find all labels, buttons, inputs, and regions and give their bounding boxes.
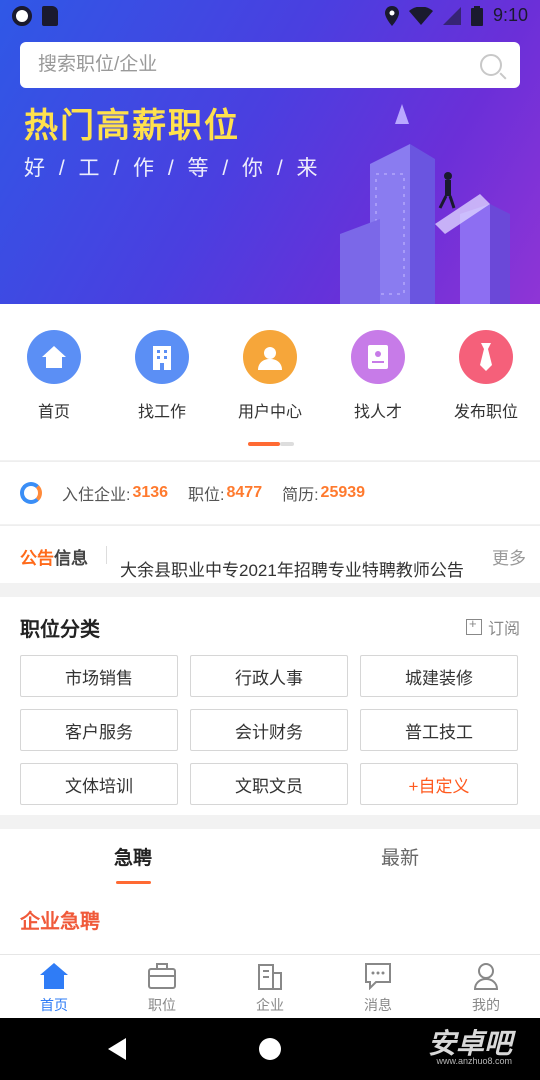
briefcase-icon: [108, 961, 216, 991]
message-icon: [324, 961, 432, 991]
hero-banner[interactable]: 热门高薪职位 好 / 工 / 作 / 等 / 你 / 来: [0, 0, 540, 304]
custom-category-button[interactable]: +自定义: [360, 763, 518, 805]
category-button[interactable]: 文职文员: [190, 763, 348, 805]
resumes-label: 简历:: [282, 487, 319, 504]
search-icon[interactable]: [480, 54, 502, 76]
bottom-tab-companies[interactable]: 企业: [216, 961, 324, 1015]
bottom-tab-label: 首页: [40, 997, 68, 1013]
nav-label: 找工作: [137, 404, 186, 421]
tab-latest[interactable]: 最新: [381, 843, 419, 870]
nav-label: 首页: [37, 404, 70, 421]
search-bar[interactable]: [20, 42, 520, 88]
location-icon: [384, 5, 399, 26]
profile-icon: [432, 961, 540, 991]
divider: [106, 546, 107, 564]
notice-bar[interactable]: 公告信息 大余县职业中专2021年招聘专业特聘教师公告 更多: [0, 525, 540, 583]
urgent-section-title: 企业急聘: [20, 911, 100, 933]
home-icon: [27, 330, 81, 384]
resume-icon: [351, 330, 405, 384]
watermark-url: www.anzhuo8.com: [436, 1056, 512, 1066]
wifi-icon: [408, 6, 433, 25]
nav-label: 用户中心: [237, 404, 302, 421]
category-button[interactable]: 文体培训: [20, 763, 178, 805]
category-button[interactable]: 行政人事: [190, 655, 348, 697]
bottom-tab-jobs[interactable]: 职位: [108, 961, 216, 1015]
category-button[interactable]: 城建装修: [360, 655, 518, 697]
nav-label: 发布职位: [453, 404, 518, 421]
nav-item-find-talent[interactable]: 找人才: [324, 330, 432, 422]
sd-card-icon: [42, 6, 58, 26]
system-nav-bar: 安卓吧 www.anzhuo8.com: [0, 1018, 540, 1080]
banner-subtitle: 好 / 工 / 作 / 等 / 你 / 来: [24, 157, 322, 180]
status-bar: 9:10: [0, 0, 540, 34]
notification-icon: [12, 6, 32, 26]
nav-label: 找人才: [353, 404, 402, 421]
city-illustration: [340, 104, 510, 304]
stats-icon: [20, 482, 42, 504]
building-icon: [135, 330, 189, 384]
category-button[interactable]: 会计财务: [190, 709, 348, 751]
job-tabs: 急聘 最新 企业急聘: [0, 829, 540, 954]
banner-title: 热门高薪职位: [24, 107, 240, 145]
jobs-count: 8477: [226, 484, 263, 501]
nav-item-post-job[interactable]: 发布职位: [432, 330, 540, 422]
home-icon: [0, 961, 108, 991]
bottom-tab-label: 我的: [472, 997, 500, 1013]
subscribe-label: 订阅: [487, 621, 520, 638]
stats-bar: 入住企业: 3136 职位: 8477 简历: 25939: [0, 461, 540, 524]
bottom-tab-me[interactable]: 我的: [432, 961, 540, 1015]
bottom-tab-label: 职位: [148, 997, 176, 1013]
nav-item-user-center[interactable]: 用户中心: [216, 330, 324, 422]
home-button-icon[interactable]: [259, 1038, 281, 1060]
category-button[interactable]: 普工技工: [360, 709, 518, 751]
category-button[interactable]: 市场销售: [20, 655, 178, 697]
search-input[interactable]: [38, 54, 480, 76]
company-icon: [216, 961, 324, 991]
section-title: 职位分类: [20, 619, 100, 641]
bottom-tab-label: 企业: [256, 997, 284, 1013]
clock: 9:10: [492, 5, 528, 25]
user-icon: [243, 330, 297, 384]
signal-icon: [442, 6, 461, 25]
category-button[interactable]: 客户服务: [20, 709, 178, 751]
back-icon[interactable]: [108, 1038, 126, 1060]
subscribe-icon: [465, 616, 482, 635]
quick-nav: 首页 找工作 用户中心 找人才 发布职位: [0, 304, 540, 460]
tab-urgent[interactable]: 急聘: [114, 843, 152, 870]
subscribe-button[interactable]: 订阅: [465, 615, 520, 639]
notice-logo: 公告信息: [20, 549, 88, 568]
resumes-count: 25939: [320, 484, 366, 501]
bottom-tab-label: 消息: [364, 997, 392, 1013]
nav-item-find-job[interactable]: 找工作: [108, 330, 216, 422]
tie-icon: [459, 330, 513, 384]
bottom-tab-messages[interactable]: 消息: [324, 961, 432, 1015]
jobs-label: 职位:: [188, 487, 225, 504]
nav-item-home[interactable]: 首页: [0, 330, 108, 422]
tab-indicator: [116, 881, 151, 884]
companies-label: 入住企业:: [62, 487, 131, 504]
bottom-nav: 首页 职位 企业 消息 我的: [0, 954, 540, 1018]
battery-icon: [470, 5, 483, 26]
companies-count: 3136: [132, 484, 169, 501]
notice-text[interactable]: 大余县职业中专2021年招聘专业特聘教师公告: [120, 556, 486, 581]
bottom-tab-home[interactable]: 首页: [0, 961, 108, 1015]
notice-more-link[interactable]: 更多: [492, 544, 526, 569]
job-categories: 职位分类 订阅 市场销售 行政人事 城建装修 客户服务 会计财务 普工技工 文体…: [0, 597, 540, 815]
page-indicator: [248, 442, 294, 446]
